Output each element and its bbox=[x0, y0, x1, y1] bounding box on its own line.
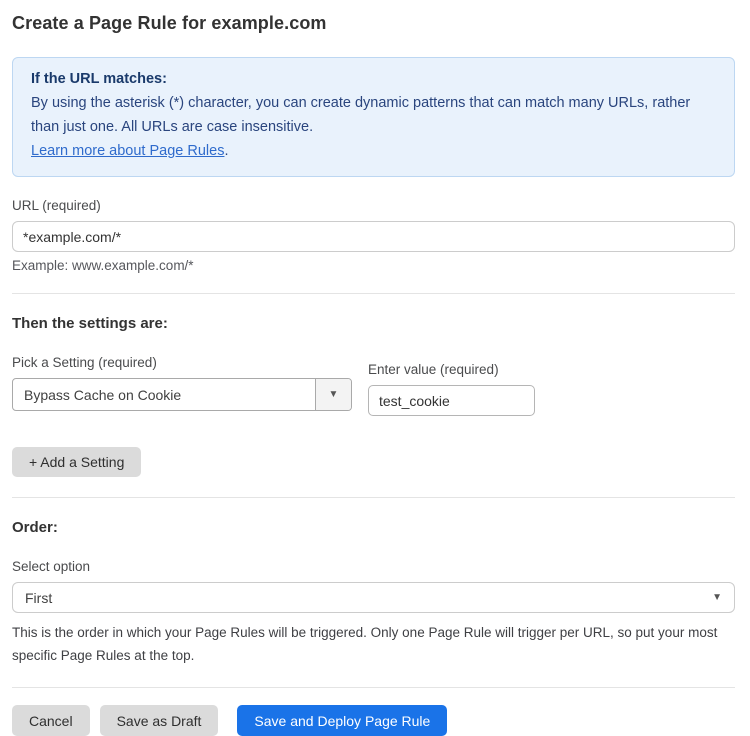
setting-select-value: Bypass Cache on Cookie bbox=[13, 379, 315, 410]
create-page-rule-form: Create a Page Rule for example.com If th… bbox=[0, 13, 750, 701]
learn-more-link[interactable]: Learn more about Page Rules bbox=[31, 143, 224, 159]
setting-select-arrow-button[interactable]: ▼ bbox=[315, 379, 351, 410]
order-help-text: This is the order in which your Page Rul… bbox=[12, 621, 732, 667]
order-section-heading: Order: bbox=[12, 519, 735, 536]
setting-picker-column: Pick a Setting (required) Bypass Cache o… bbox=[12, 355, 352, 411]
link-period: . bbox=[224, 143, 228, 159]
order-select-label: Select option bbox=[12, 559, 735, 574]
order-select[interactable]: First ▼ bbox=[12, 582, 735, 613]
info-box-link-line: Learn more about Page Rules. bbox=[31, 139, 716, 163]
info-box-heading: If the URL matches: bbox=[31, 67, 716, 91]
divider bbox=[12, 497, 735, 498]
info-box-body: By using the asterisk (*) character, you… bbox=[31, 91, 716, 139]
setting-picker-label: Pick a Setting (required) bbox=[12, 355, 352, 370]
footer-actions: Cancel Save as Draft Save and Deploy Pag… bbox=[12, 705, 735, 736]
settings-row: Pick a Setting (required) Bypass Cache o… bbox=[12, 355, 735, 416]
setting-value-input[interactable] bbox=[368, 385, 535, 416]
setting-value-label: Enter value (required) bbox=[368, 362, 535, 377]
chevron-down-icon: ▼ bbox=[329, 389, 339, 400]
url-field-label: URL (required) bbox=[12, 198, 735, 213]
divider bbox=[12, 293, 735, 294]
add-setting-button[interactable]: + Add a Setting bbox=[12, 447, 141, 477]
chevron-down-icon: ▼ bbox=[712, 592, 722, 603]
cancel-button[interactable]: Cancel bbox=[12, 705, 90, 736]
page-title: Create a Page Rule for example.com bbox=[12, 13, 735, 34]
url-example-hint: Example: www.example.com/* bbox=[12, 258, 735, 273]
order-select-value: First bbox=[25, 590, 712, 606]
save-as-draft-button[interactable]: Save as Draft bbox=[100, 705, 219, 736]
setting-select[interactable]: Bypass Cache on Cookie ▼ bbox=[12, 378, 352, 411]
url-match-info-box: If the URL matches: By using the asteris… bbox=[12, 57, 735, 177]
url-input[interactable] bbox=[12, 221, 735, 252]
save-and-deploy-button[interactable]: Save and Deploy Page Rule bbox=[237, 705, 447, 736]
settings-section-heading: Then the settings are: bbox=[12, 315, 735, 332]
setting-value-column: Enter value (required) bbox=[368, 362, 535, 416]
